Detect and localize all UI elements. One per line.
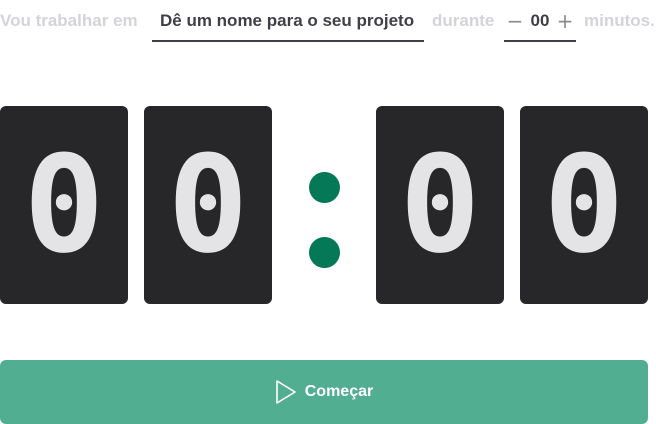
minute-tens-card: 0 <box>0 106 128 304</box>
colon-bottom-dot <box>309 237 340 268</box>
project-name-input[interactable] <box>152 0 424 42</box>
play-icon <box>275 379 297 405</box>
second-ones-digit: 0 <box>543 127 625 283</box>
start-button[interactable]: Começar <box>0 360 648 424</box>
minutes-stepper: − 00 + <box>504 0 576 42</box>
decrement-button[interactable]: − <box>506 11 524 31</box>
minutes-text: minutos. <box>584 11 655 30</box>
start-label: Começar <box>304 383 374 400</box>
second-tens-digit: 0 <box>399 127 481 283</box>
minute-tens-digit: 0 <box>23 127 105 283</box>
minute-ones-card: 0 <box>144 106 272 304</box>
increment-button[interactable]: + <box>556 11 574 31</box>
colon-top-dot <box>309 172 340 203</box>
during-text: durante <box>432 11 495 30</box>
second-ones-card: 0 <box>520 106 648 304</box>
task-form: Vou trabalhar em durante − 00 + minutos. <box>0 0 656 44</box>
lead-text: Vou trabalhar em <box>0 11 138 30</box>
minutes-value[interactable]: 00 <box>531 11 550 31</box>
minute-ones-digit: 0 <box>167 127 249 283</box>
second-tens-card: 0 <box>376 106 504 304</box>
